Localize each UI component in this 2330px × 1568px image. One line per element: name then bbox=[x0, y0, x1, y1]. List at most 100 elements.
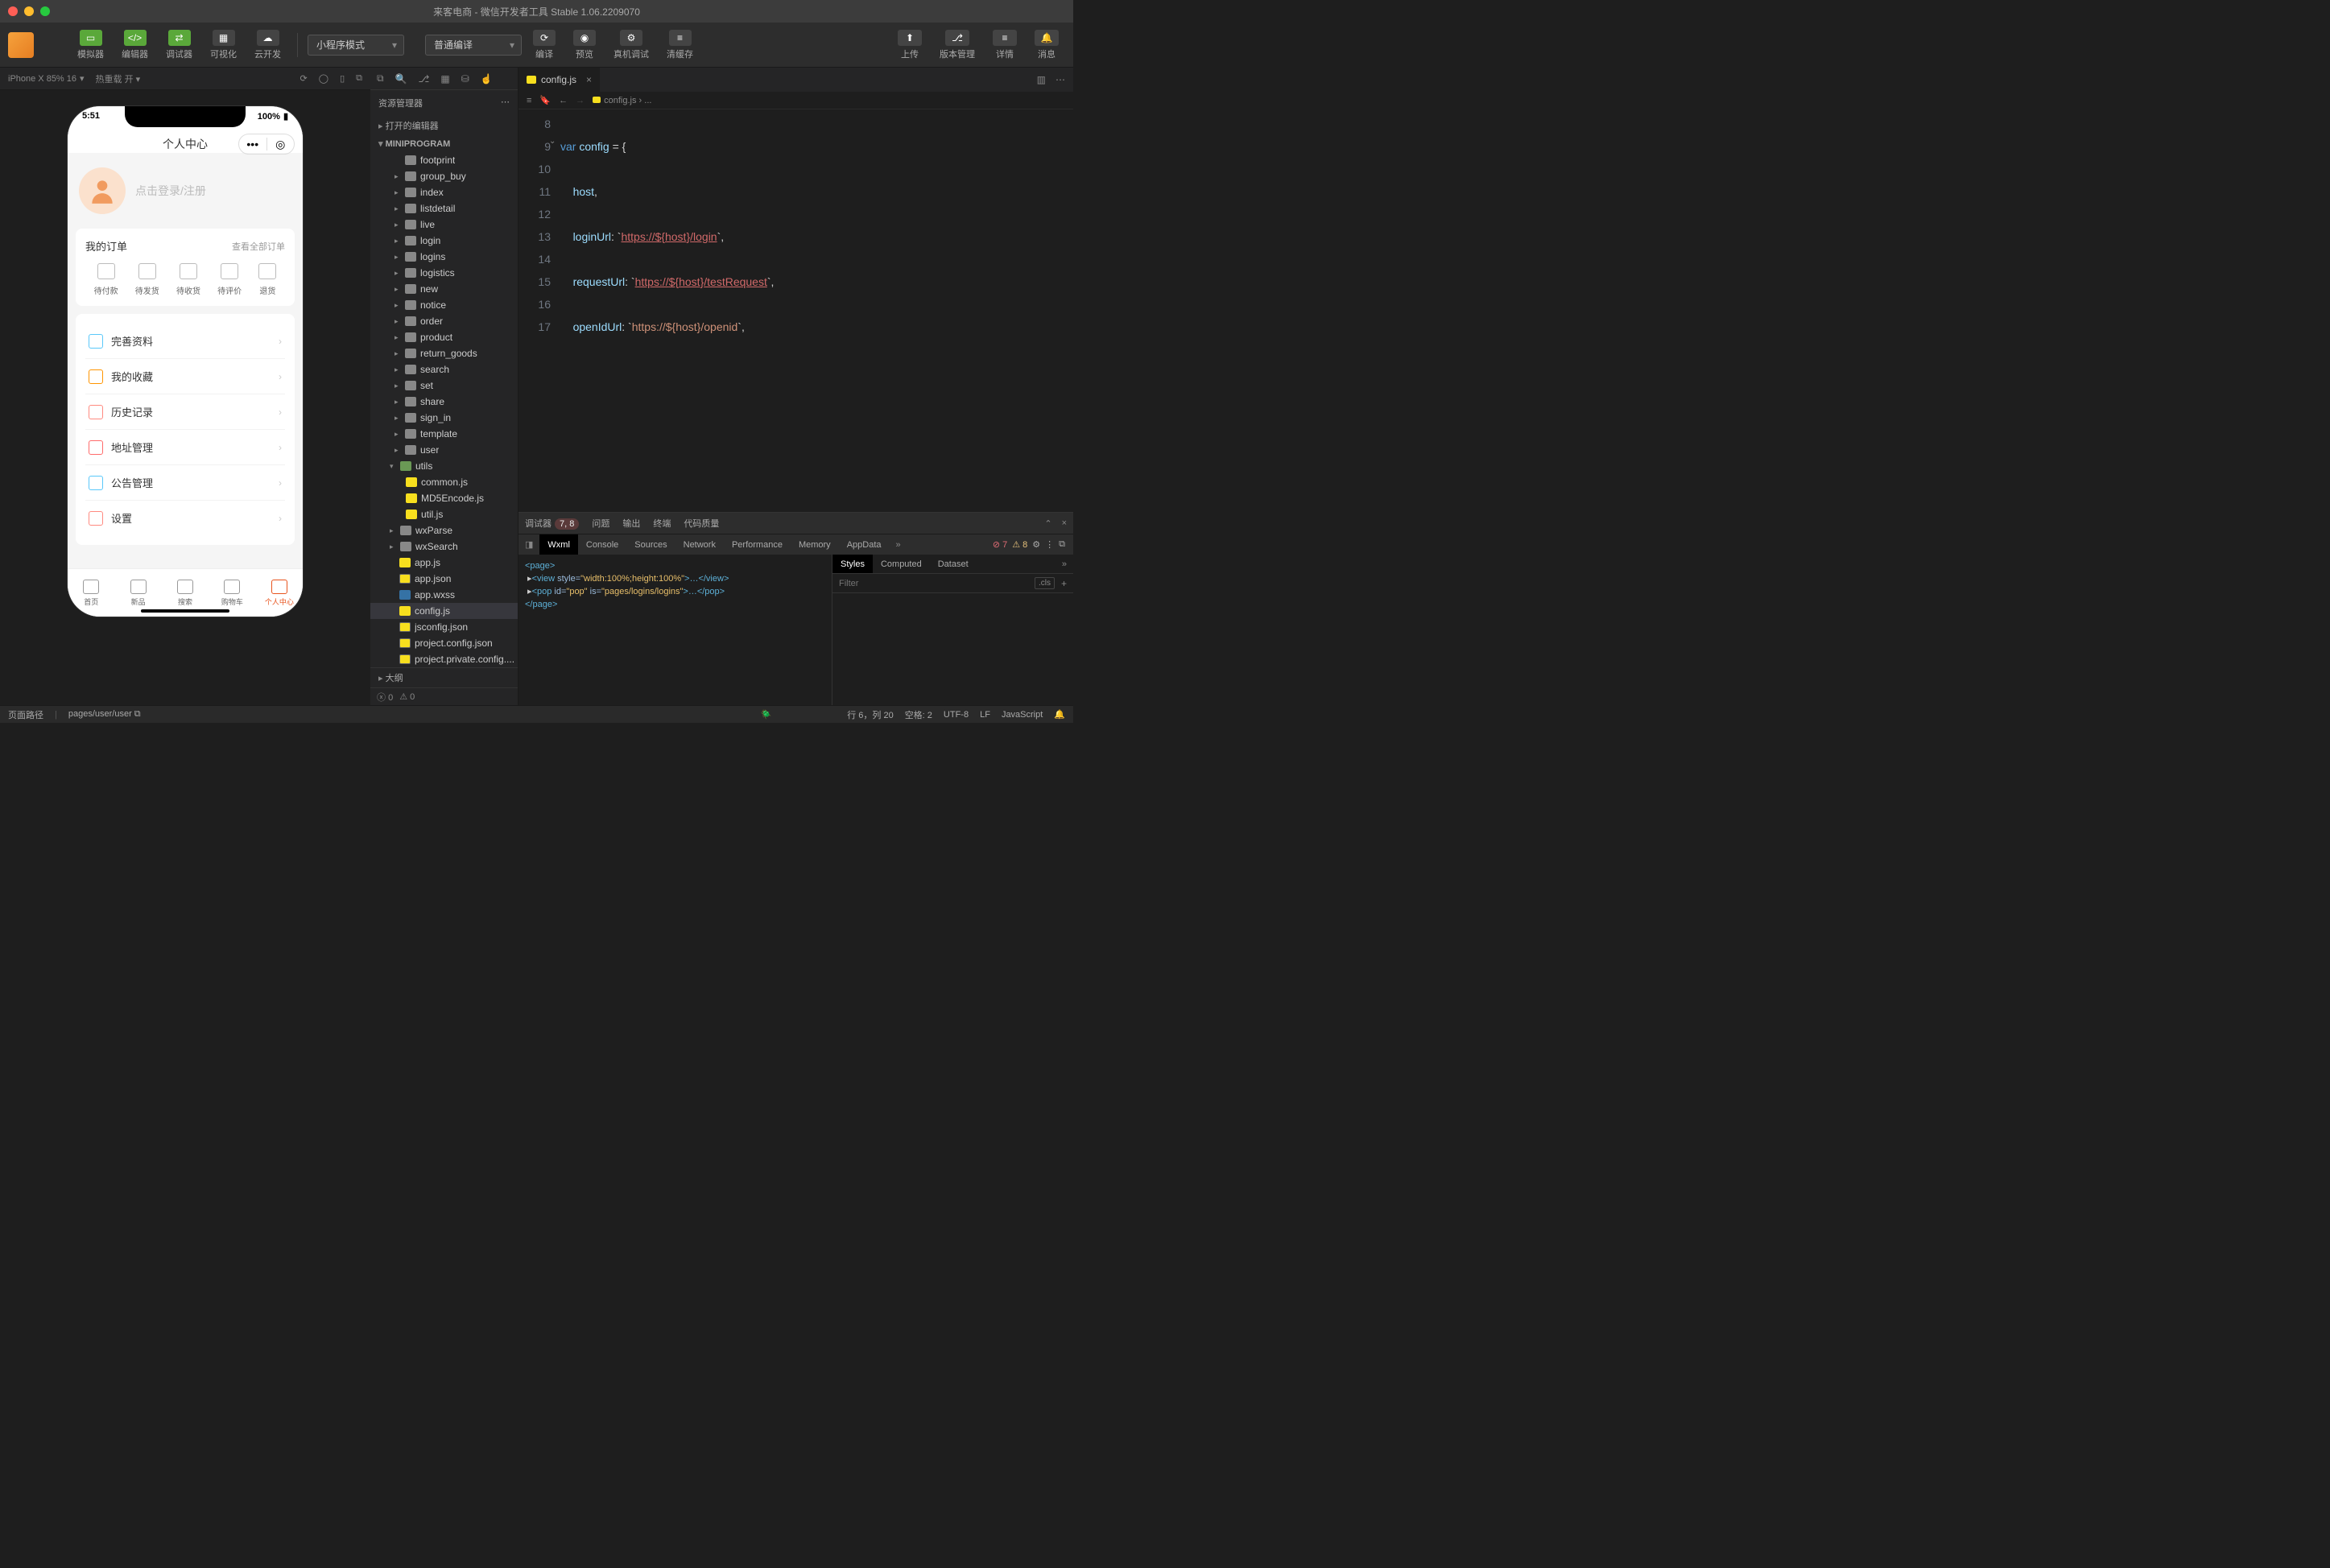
project-root-section[interactable]: MINIPROGRAM bbox=[370, 135, 518, 152]
tree-item[interactable]: config.js bbox=[370, 603, 518, 619]
clearcache-button[interactable]: ≡清缓存 bbox=[660, 27, 700, 64]
outline-section[interactable]: 大纲 bbox=[370, 667, 518, 687]
styles-more-icon[interactable]: » bbox=[1056, 559, 1073, 569]
bell-icon[interactable]: 🔔 bbox=[1054, 709, 1065, 720]
order-item[interactable]: 待发货 bbox=[135, 263, 159, 296]
add-style-icon[interactable]: + bbox=[1061, 578, 1067, 589]
bookmark-icon[interactable]: 🔖 bbox=[539, 95, 551, 105]
search-icon[interactable]: 🔍 bbox=[395, 73, 407, 85]
tree-item[interactable]: ▸new bbox=[370, 281, 518, 297]
debugger-tab-output[interactable]: 输出 bbox=[622, 517, 640, 530]
debugger-tab-main[interactable]: 调试器7, 8 bbox=[525, 517, 579, 530]
simulator-button[interactable]: ▭模拟器 bbox=[71, 27, 110, 64]
tree-item[interactable]: app.js bbox=[370, 555, 518, 571]
tree-item[interactable]: ▸product bbox=[370, 329, 518, 345]
tree-item[interactable]: ▸live bbox=[370, 217, 518, 233]
split-icon[interactable]: ▥ bbox=[1037, 74, 1046, 85]
debugger-button[interactable]: ⇄调试器 bbox=[159, 27, 199, 64]
back-icon[interactable]: ← bbox=[559, 96, 568, 105]
tree-item[interactable]: ▸login bbox=[370, 233, 518, 249]
code-editor[interactable]: ⌄ 891011121314151617 var config = { host… bbox=[518, 109, 1073, 512]
close-tab-icon[interactable]: × bbox=[581, 74, 592, 85]
tree-item[interactable]: ▸logins bbox=[370, 249, 518, 265]
files-icon[interactable]: ⧉ bbox=[377, 72, 384, 85]
bug-icon[interactable]: 🪲 bbox=[761, 709, 772, 720]
debugger-tab-terminal[interactable]: 终端 bbox=[653, 517, 671, 530]
capsule-more-icon[interactable]: ••• bbox=[239, 138, 267, 151]
list-icon[interactable]: ≡ bbox=[527, 96, 531, 105]
minimize-icon[interactable] bbox=[24, 6, 34, 16]
tree-item[interactable]: ▸group_buy bbox=[370, 168, 518, 184]
fold-icon[interactable]: ⌄ bbox=[549, 137, 556, 146]
warn-count-icon[interactable]: ⚠ 0 bbox=[399, 691, 415, 702]
subtab-console[interactable]: Console bbox=[578, 534, 626, 555]
line-col[interactable]: 行 6，列 20 bbox=[847, 708, 893, 721]
language[interactable]: JavaScript bbox=[1002, 710, 1043, 720]
popout-icon[interactable]: ⧉ bbox=[356, 73, 362, 84]
error-count-icon[interactable]: ⓧ 0 bbox=[377, 691, 393, 704]
subtab-sources[interactable]: Sources bbox=[626, 534, 675, 555]
message-button[interactable]: 🔔消息 bbox=[1028, 27, 1065, 64]
tree-item[interactable]: ▾utils bbox=[370, 458, 518, 474]
cloud-button[interactable]: ☁云开发 bbox=[248, 27, 287, 64]
compile-select[interactable]: 普通编译 bbox=[425, 35, 522, 56]
device-icon[interactable]: ▯ bbox=[340, 73, 345, 84]
order-item[interactable]: 待评价 bbox=[217, 263, 242, 296]
hotreload-toggle[interactable]: 热重载 开 ▾ bbox=[96, 72, 141, 85]
inspect-icon[interactable]: ◨ bbox=[518, 539, 539, 550]
indent[interactable]: 空格: 2 bbox=[905, 708, 932, 721]
styles-tab-styles[interactable]: Styles bbox=[832, 555, 873, 573]
eol[interactable]: LF bbox=[980, 710, 990, 720]
orders-more[interactable]: 查看全部订单 bbox=[232, 240, 285, 253]
ext-icon[interactable]: ▦ bbox=[440, 73, 449, 85]
close-icon[interactable] bbox=[8, 6, 18, 16]
subtab-wxml[interactable]: Wxml bbox=[539, 534, 578, 555]
tree-item[interactable]: ▸listdetail bbox=[370, 200, 518, 217]
db-icon[interactable]: ⛁ bbox=[461, 73, 469, 85]
compile-button[interactable]: ⟳编译 bbox=[527, 27, 562, 64]
order-item[interactable]: 退货 bbox=[258, 263, 276, 296]
tree-item[interactable]: ▸order bbox=[370, 313, 518, 329]
visualize-button[interactable]: ▦可视化 bbox=[204, 27, 243, 64]
editor-button[interactable]: </>编辑器 bbox=[115, 27, 155, 64]
breadcrumb-file[interactable]: config.js › ... bbox=[593, 96, 651, 105]
subtab-appdata[interactable]: AppData bbox=[839, 534, 890, 555]
explorer-more-icon[interactable]: ⋯ bbox=[501, 97, 510, 109]
encoding[interactable]: UTF-8 bbox=[944, 710, 969, 720]
tree-item[interactable]: footprint bbox=[370, 152, 518, 168]
close-panel-icon[interactable]: × bbox=[1062, 518, 1067, 529]
tree-item[interactable]: ▸search bbox=[370, 361, 518, 378]
tree-item[interactable]: project.private.config.... bbox=[370, 651, 518, 667]
debugger-tab-quality[interactable]: 代码质量 bbox=[684, 517, 719, 530]
forward-icon[interactable]: → bbox=[576, 96, 585, 105]
tree-item[interactable]: ▸sign_in bbox=[370, 410, 518, 426]
project-avatar[interactable] bbox=[8, 32, 34, 58]
subtab-more-icon[interactable]: » bbox=[890, 540, 907, 550]
debugger-tab-problem[interactable]: 问题 bbox=[592, 517, 609, 530]
realdevice-button[interactable]: ⚙真机调试 bbox=[607, 27, 655, 64]
tree-item[interactable]: ▸logistics bbox=[370, 265, 518, 281]
tree-item[interactable]: ▸return_goods bbox=[370, 345, 518, 361]
menu-item[interactable]: 完善资料› bbox=[85, 324, 285, 359]
git-icon[interactable]: ⎇ bbox=[419, 73, 430, 85]
upload-button[interactable]: ⬆上传 bbox=[891, 27, 928, 64]
tree-item[interactable]: ▸set bbox=[370, 378, 518, 394]
profile-row[interactable]: 点击登录/注册 bbox=[68, 153, 303, 229]
hand-icon[interactable]: ☝ bbox=[481, 73, 493, 85]
record-icon[interactable]: ◯ bbox=[319, 73, 328, 84]
order-item[interactable]: 待收货 bbox=[176, 263, 200, 296]
tab-item[interactable]: 个人中心 bbox=[256, 569, 303, 617]
preview-button[interactable]: ◉预览 bbox=[567, 27, 602, 64]
subtab-memory[interactable]: Memory bbox=[791, 534, 839, 555]
styles-tab-computed[interactable]: Computed bbox=[873, 555, 930, 573]
menu-item[interactable]: 历史记录› bbox=[85, 394, 285, 430]
tree-item[interactable]: project.config.json bbox=[370, 635, 518, 651]
cls-button[interactable]: .cls bbox=[1035, 577, 1055, 589]
menu-item[interactable]: 设置› bbox=[85, 501, 285, 535]
tree-item[interactable]: ▸user bbox=[370, 442, 518, 458]
tree-item[interactable]: ▸template bbox=[370, 426, 518, 442]
device-select[interactable]: iPhone X 85% 16 ▾ bbox=[8, 73, 85, 84]
more-icon[interactable]: ⋯ bbox=[1056, 74, 1065, 85]
tree-item[interactable]: util.js bbox=[370, 506, 518, 522]
menu-item[interactable]: 公告管理› bbox=[85, 465, 285, 501]
